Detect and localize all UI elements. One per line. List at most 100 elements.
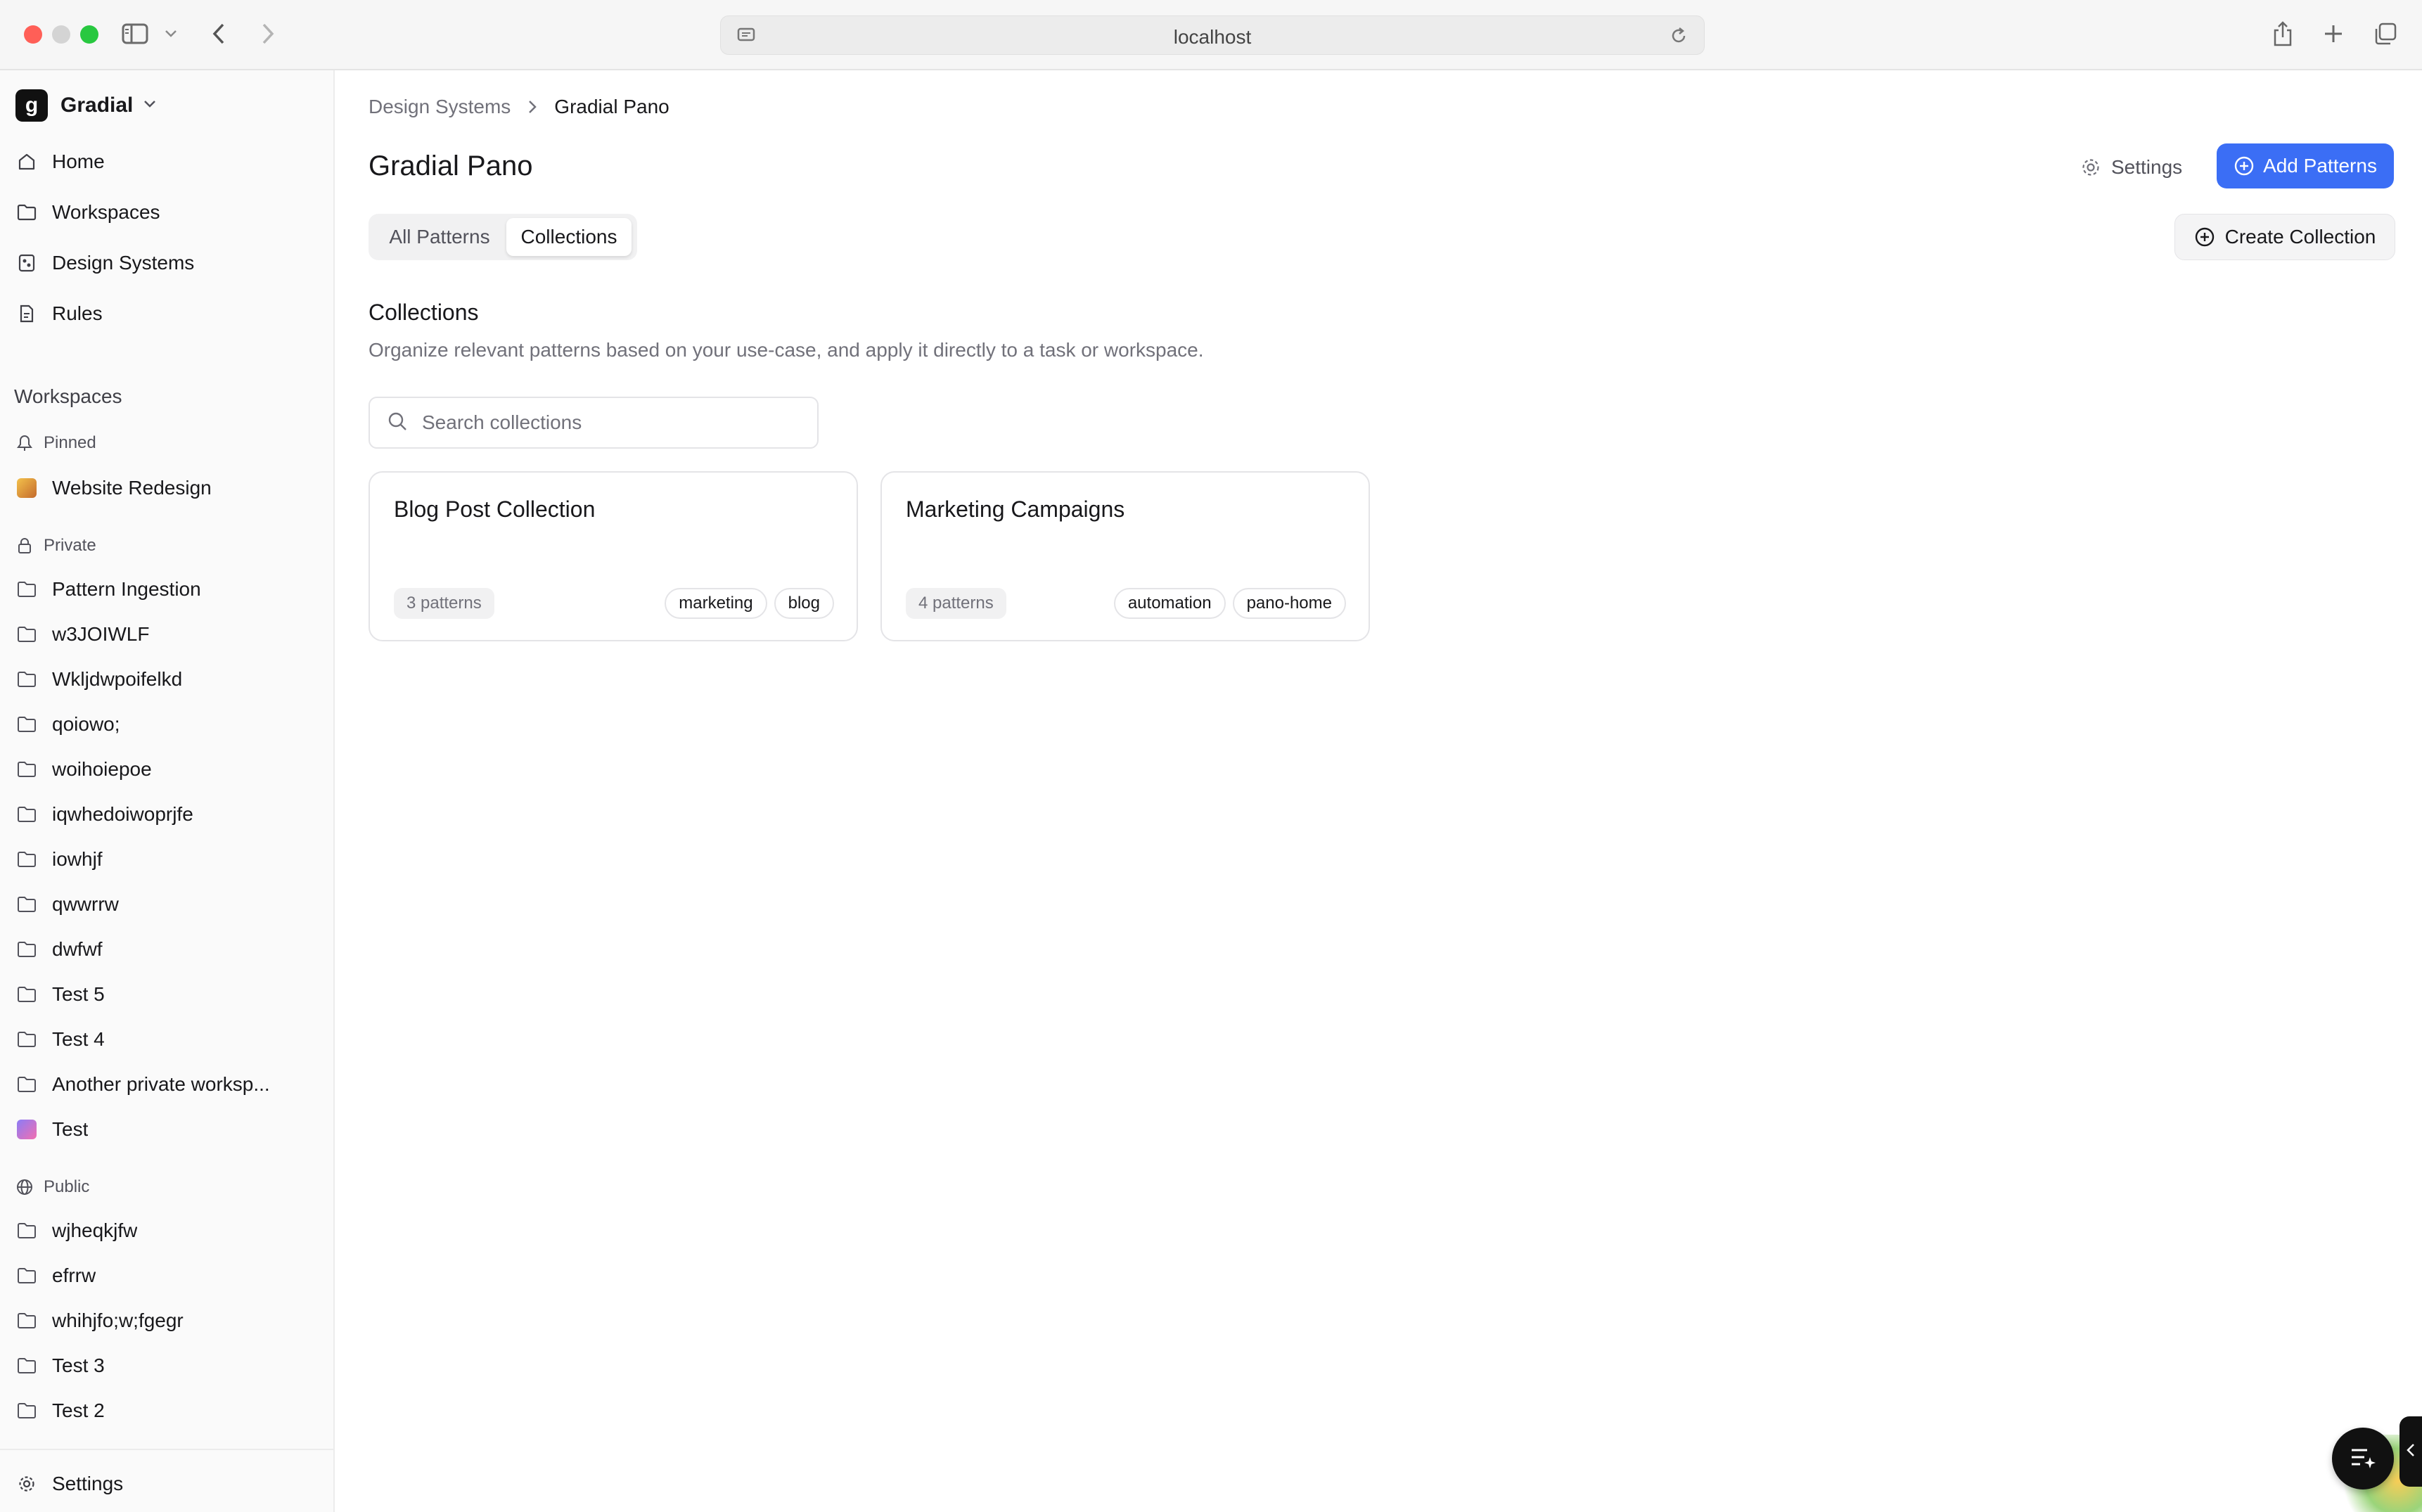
sidebar-item-label: Home	[52, 150, 105, 172]
sidebar-item-label: Rules	[52, 302, 103, 324]
tab-all-patterns[interactable]: All Patterns	[373, 218, 506, 256]
workspace-avatar-icon	[15, 1118, 38, 1141]
zoom-window-button[interactable]	[80, 25, 98, 44]
page-title: Gradial Pano	[369, 150, 533, 181]
search-box	[369, 397, 819, 449]
collection-card[interactable]: Blog Post Collection 3 patterns marketin…	[369, 471, 858, 641]
search-icon	[387, 411, 408, 435]
sidebar-toggle-icon[interactable]	[120, 20, 150, 48]
new-tab-icon[interactable]	[2321, 20, 2346, 48]
breadcrumb: Design Systems Gradial Pano	[369, 96, 669, 118]
folder-icon	[15, 1399, 38, 1422]
chevron-left-icon	[2406, 1442, 2416, 1461]
folder-icon	[15, 1219, 38, 1242]
browser-toolbar: localhost	[0, 0, 2422, 70]
create-collection-button[interactable]: Create Collection	[2174, 214, 2395, 260]
sparkle-list-icon	[2349, 1444, 2377, 1473]
settings-button[interactable]: Settings	[2080, 146, 2182, 188]
address-bar[interactable]: localhost	[720, 15, 1705, 55]
folder-icon	[15, 938, 38, 961]
tag-badge: blog	[774, 588, 834, 619]
public-group-label: Public	[14, 1173, 89, 1201]
lock-icon	[14, 535, 35, 556]
minimize-window-button[interactable]	[52, 25, 70, 44]
forward-arrow-icon[interactable]	[257, 20, 278, 48]
url-text[interactable]: localhost	[721, 26, 1704, 49]
add-patterns-button[interactable]: Add Patterns	[2217, 143, 2394, 188]
tag-badge: pano-home	[1232, 588, 1346, 619]
workspace-item[interactable]: efrrw	[15, 1256, 325, 1295]
collection-title: Marketing Campaigns	[906, 496, 1125, 522]
brand-name: Gradial	[60, 94, 134, 117]
workspace-item[interactable]: Test 3	[15, 1346, 325, 1385]
gradial-logo-icon: g	[15, 89, 48, 122]
close-window-button[interactable]	[24, 25, 42, 44]
workspace-item[interactable]: Wkljdwpoifelkd	[15, 660, 325, 699]
plus-circle-icon	[2194, 226, 2215, 248]
workspace-item[interactable]: Another private worksp...	[15, 1065, 325, 1104]
panel-expand-tab[interactable]	[2399, 1416, 2422, 1487]
pin-icon	[14, 433, 35, 454]
workspace-item[interactable]: iqwhedoiwoprjfe	[15, 795, 325, 834]
breadcrumb-parent-link[interactable]: Design Systems	[369, 96, 511, 118]
search-input[interactable]	[422, 411, 802, 434]
workspace-item[interactable]: wjheqkjfw	[15, 1211, 325, 1250]
workspace-item[interactable]: w3JOIWLF	[15, 615, 325, 654]
share-icon[interactable]	[2270, 20, 2295, 48]
workspace-item[interactable]: dwfwf	[15, 930, 325, 969]
folder-icon	[15, 668, 38, 691]
collection-title: Blog Post Collection	[394, 496, 596, 522]
workspace-item[interactable]: Test	[15, 1110, 325, 1149]
folder-icon	[15, 201, 38, 224]
sidebar-item-label: Workspaces	[52, 201, 160, 223]
sidebar-item-settings[interactable]: Settings	[15, 1464, 123, 1504]
workspace-switcher[interactable]: g Gradial	[15, 89, 157, 122]
folder-icon	[15, 713, 38, 736]
chevron-down-icon[interactable]	[160, 20, 181, 48]
section-description: Organize relevant patterns based on your…	[369, 339, 1204, 361]
sidebar-item-design-systems[interactable]: Design Systems	[15, 243, 194, 283]
breadcrumb-current: Gradial Pano	[554, 96, 669, 117]
sidebar-item-rules[interactable]: Rules	[15, 294, 103, 333]
workspace-item[interactable]: Pattern Ingestion	[15, 570, 325, 609]
workspace-item[interactable]: qwwrrw	[15, 885, 325, 924]
create-collection-label: Create Collection	[2224, 226, 2376, 248]
tab-overview-icon[interactable]	[2373, 20, 2398, 48]
collection-card[interactable]: Marketing Campaigns 4 patterns automatio…	[880, 471, 1370, 641]
add-patterns-label: Add Patterns	[2263, 155, 2377, 177]
folder-icon	[15, 983, 38, 1006]
folder-icon	[15, 803, 38, 826]
sidebar-item-home[interactable]: Home	[15, 142, 105, 181]
tag-badge: automation	[1113, 588, 1226, 619]
gear-icon	[15, 1473, 38, 1495]
pinned-group-label: Pinned	[14, 429, 96, 457]
workspace-item[interactable]: qoiowo;	[15, 705, 325, 744]
tab-collections[interactable]: Collections	[506, 218, 632, 256]
assistant-fab-button[interactable]	[2332, 1428, 2394, 1489]
workspace-item[interactable]: Test 2	[15, 1391, 325, 1430]
sidebar-item-workspaces[interactable]: Workspaces	[15, 193, 160, 232]
workspace-item[interactable]: Test 4	[15, 1020, 325, 1059]
workspace-item[interactable]: iowhjf	[15, 840, 325, 879]
plus-circle-icon	[2234, 155, 2255, 177]
workspace-avatar-icon	[15, 477, 38, 499]
workspace-item[interactable]: woihoiepoe	[15, 750, 325, 789]
workspace-item[interactable]: Test 5	[15, 975, 325, 1014]
folder-icon	[15, 1264, 38, 1287]
back-arrow-icon[interactable]	[208, 20, 229, 48]
sidebar-item-label: Design Systems	[52, 252, 195, 274]
gear-icon	[2080, 157, 2101, 178]
folder-icon	[15, 893, 38, 916]
folder-icon	[15, 623, 38, 646]
design-systems-icon	[15, 252, 38, 274]
reload-icon[interactable]	[1669, 26, 1689, 49]
settings-button-label: Settings	[2111, 156, 2183, 178]
folder-icon	[15, 1073, 38, 1096]
pattern-count-badge: 3 patterns	[394, 588, 494, 619]
workspace-item-website-redesign[interactable]: Website Redesign	[15, 468, 325, 508]
section-title: Collections	[369, 300, 479, 325]
chevron-down-icon	[143, 99, 157, 113]
sidebar-footer	[0, 1449, 333, 1450]
home-icon	[15, 150, 38, 173]
workspace-item[interactable]: whihjfo;w;fgegr	[15, 1301, 325, 1340]
